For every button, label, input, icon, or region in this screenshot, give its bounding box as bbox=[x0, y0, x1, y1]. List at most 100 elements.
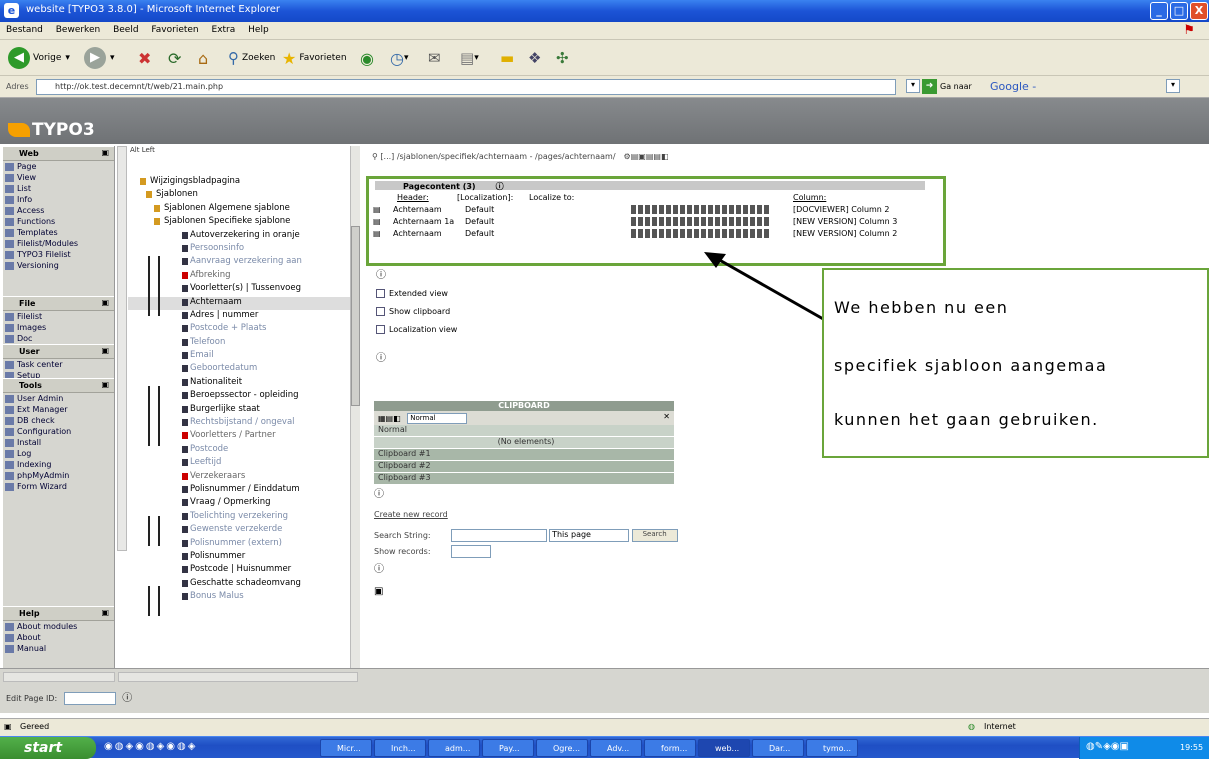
content-element-icon[interactable]: ▤ bbox=[373, 217, 381, 226]
page-tree-scroll-thumb[interactable] bbox=[351, 226, 360, 406]
create-new-record-link[interactable]: Create new record bbox=[374, 510, 448, 519]
page-icon[interactable] bbox=[182, 419, 188, 427]
collapse-icon[interactable]: ▣ bbox=[101, 148, 109, 157]
google-toolbar[interactable]: Google - bbox=[990, 80, 1036, 93]
tree-node[interactable]: Wijzigingsbladpagina bbox=[128, 176, 359, 189]
favorites-star-icon[interactable]: ★ bbox=[282, 49, 296, 68]
module-item[interactable]: Ext Manager bbox=[3, 404, 114, 415]
content-element-icon[interactable]: ▤ bbox=[373, 229, 381, 238]
module-item[interactable]: Log bbox=[3, 448, 114, 459]
module-item[interactable]: Versioning bbox=[3, 260, 114, 271]
module-item[interactable]: Install bbox=[3, 437, 114, 448]
quick-launch-icons[interactable]: ◉◍◈◉◍◈◉◍◈ bbox=[104, 741, 197, 752]
page-icon[interactable] bbox=[182, 579, 188, 587]
media-icon[interactable]: ◉ bbox=[360, 49, 374, 68]
taskbar-button[interactable]: Micr... bbox=[320, 739, 372, 757]
module-item[interactable]: Form Wizard bbox=[3, 481, 114, 492]
module-item[interactable]: About modules bbox=[3, 621, 114, 632]
taskbar-button[interactable]: Inch... bbox=[374, 739, 426, 757]
taskbar-button[interactable]: Ogre... bbox=[536, 739, 588, 757]
taskbar-button[interactable]: tymo... bbox=[806, 739, 858, 757]
module-group-header[interactable]: File ▣ bbox=[3, 296, 114, 311]
tree-node[interactable]: Telefoon bbox=[128, 337, 359, 350]
page-icon[interactable] bbox=[182, 552, 188, 560]
tree-node[interactable]: Sjablonen Algemene sjablone bbox=[128, 203, 359, 216]
collapse-icon[interactable]: ▣ bbox=[101, 346, 109, 355]
extended-view-checkbox[interactable] bbox=[376, 289, 385, 298]
page-id-input[interactable] bbox=[63, 692, 116, 705]
page-action-icons[interactable]: ⚙▤▣▤▤◧ bbox=[624, 152, 669, 161]
module-item[interactable]: Manual bbox=[3, 643, 114, 654]
content-element-icon[interactable]: ▤ bbox=[373, 205, 381, 214]
module-item[interactable]: DB check bbox=[3, 415, 114, 426]
menu-help[interactable]: Help bbox=[248, 25, 269, 35]
menu-extra[interactable]: Extra bbox=[212, 25, 236, 35]
tree-node[interactable]: Toelichting verzekering bbox=[128, 511, 359, 524]
go-arrow-icon[interactable]: ➜ bbox=[922, 79, 937, 94]
clipboard-icons[interactable]: ▦▤◧ bbox=[378, 414, 401, 423]
page-icon[interactable] bbox=[182, 338, 188, 346]
taskbar-button[interactable]: Pay... bbox=[482, 739, 534, 757]
module-item[interactable]: Functions bbox=[3, 216, 114, 227]
back-dropdown-icon[interactable]: ▾ bbox=[65, 53, 70, 63]
google-dropdown-icon[interactable]: ▾ bbox=[1166, 79, 1180, 93]
taskbar-button[interactable]: form... bbox=[644, 739, 696, 757]
menu-favorieten[interactable]: Favorieten bbox=[151, 25, 198, 35]
page-id-help-icon[interactable]: ⓘ bbox=[122, 693, 132, 704]
module-item[interactable]: Access bbox=[3, 205, 114, 216]
tree-node[interactable]: Sjablonen Specifieke sjablone bbox=[128, 216, 359, 229]
page-icon[interactable] bbox=[182, 405, 188, 413]
address-input[interactable]: http://ok.test.decemnt/t/web/21.main.php bbox=[36, 79, 896, 95]
taskbar-button[interactable]: Dar... bbox=[752, 739, 804, 757]
module-hscroll[interactable] bbox=[3, 672, 115, 682]
maximize-button[interactable]: □ bbox=[1170, 2, 1188, 20]
page-icon[interactable] bbox=[182, 472, 188, 480]
tree-node[interactable]: Autoverzekering in oranje bbox=[128, 230, 359, 243]
tree-node[interactable]: Polisnummer / Einddatum bbox=[128, 484, 359, 497]
page-icon[interactable] bbox=[182, 231, 188, 239]
print-icon[interactable]: ▤ bbox=[460, 49, 474, 67]
content-row[interactable]: ▤ Achternaam 1a Default [NEW VERSION] Colum… bbox=[373, 217, 943, 227]
page-icon[interactable] bbox=[182, 285, 188, 293]
tree-hscroll[interactable] bbox=[118, 672, 358, 682]
address-dropdown-icon[interactable]: ▾ bbox=[906, 79, 920, 93]
tree-node[interactable]: Adres | nummer bbox=[128, 310, 359, 323]
header-column[interactable]: Header: bbox=[397, 193, 429, 202]
module-item[interactable]: Info bbox=[3, 194, 114, 205]
page-icon[interactable] bbox=[182, 325, 188, 333]
row-action-icons[interactable] bbox=[631, 217, 771, 226]
tree-node[interactable]: Gewenste verzekerde bbox=[128, 524, 359, 537]
clipboard-select[interactable]: Normal bbox=[407, 413, 468, 424]
module-item[interactable]: View bbox=[3, 172, 114, 183]
content-row[interactable]: ▤ Achternaam Default [DOCVIEWER] Column 2 bbox=[373, 205, 943, 215]
taskbar-button[interactable]: adm... bbox=[428, 739, 480, 757]
page-icon[interactable] bbox=[182, 392, 188, 400]
show-clipboard-checkbox[interactable] bbox=[376, 307, 385, 316]
module-group-header[interactable]: User ▣ bbox=[3, 344, 114, 359]
page-tree-scrollbar[interactable] bbox=[350, 146, 360, 668]
forward-arrow-icon[interactable]: ▶ bbox=[84, 47, 106, 69]
taskbar-button[interactable]: Adv... bbox=[590, 739, 642, 757]
module-item[interactable]: Indexing bbox=[3, 459, 114, 470]
page-icon[interactable] bbox=[154, 204, 160, 212]
module-group-header[interactable]: Help ▣ bbox=[3, 606, 114, 621]
clipboard-2[interactable]: Clipboard #2 bbox=[374, 461, 674, 473]
tree-node[interactable]: Bonus Malus bbox=[128, 591, 359, 604]
tray-icons[interactable]: ◍✎◈◉▣ bbox=[1086, 741, 1129, 752]
print-dropdown-icon[interactable]: ▾ bbox=[474, 53, 479, 63]
menu-bewerken[interactable]: Bewerken bbox=[56, 25, 100, 35]
tree-node[interactable]: Burgerlijke staat bbox=[128, 404, 359, 417]
history-dropdown-icon[interactable]: ▾ bbox=[404, 53, 409, 63]
search-button[interactable]: Search bbox=[631, 529, 678, 542]
page-icon[interactable] bbox=[182, 365, 188, 373]
page-icon[interactable] bbox=[182, 566, 188, 574]
home-icon[interactable]: ⌂ bbox=[198, 49, 208, 68]
module-item[interactable]: User Admin bbox=[3, 393, 114, 404]
page-icon[interactable] bbox=[182, 432, 188, 440]
module-menu-scrollbar[interactable] bbox=[117, 146, 127, 551]
search-input[interactable] bbox=[450, 529, 547, 542]
mail-icon[interactable]: ✉ bbox=[428, 49, 441, 67]
minimize-button[interactable]: _ bbox=[1150, 2, 1168, 20]
module-item[interactable]: Filelist bbox=[3, 311, 114, 322]
page-edit-icon[interactable]: ▣ bbox=[374, 586, 383, 597]
